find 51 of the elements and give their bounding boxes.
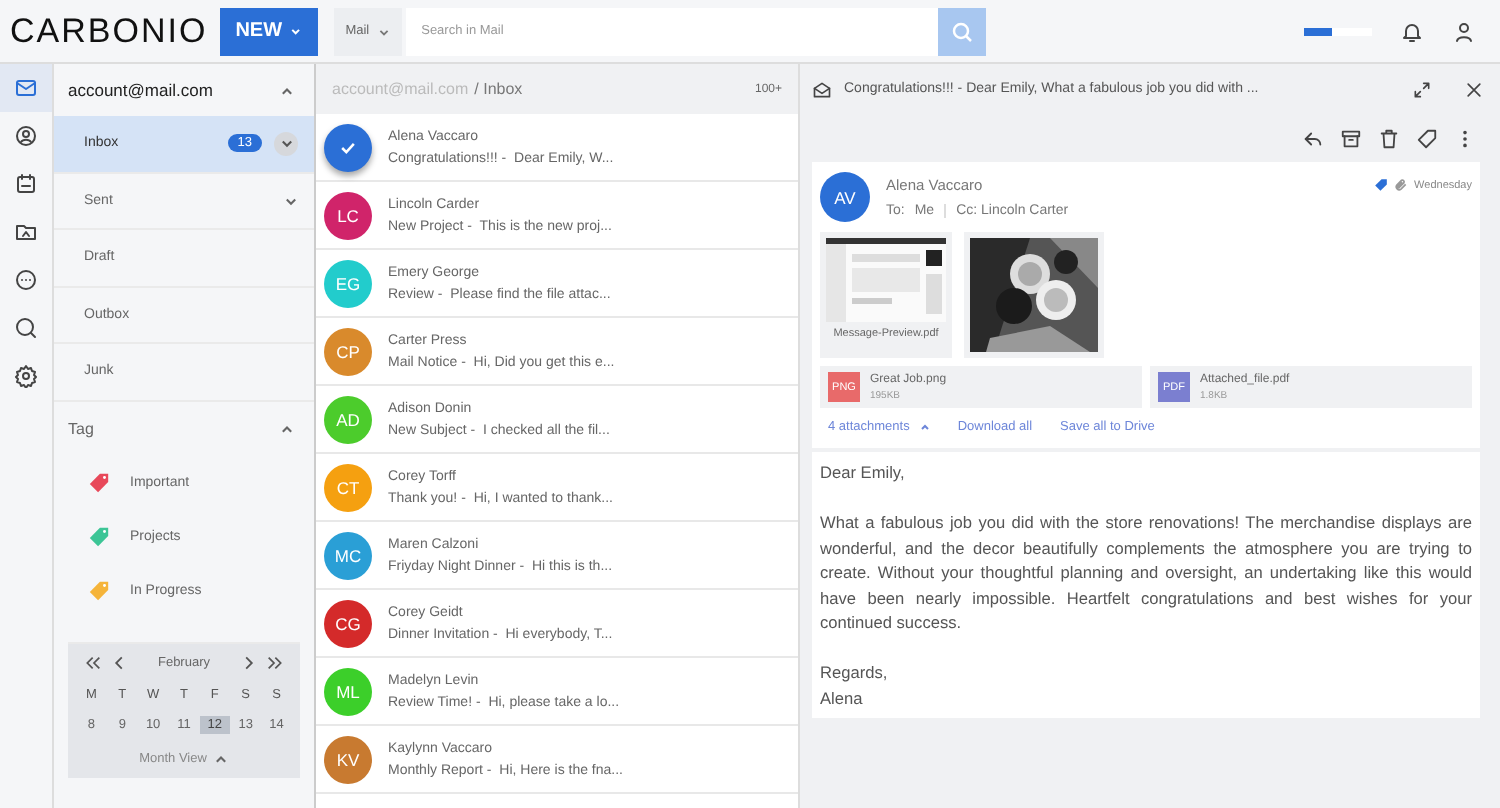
expand-icon[interactable]: [284, 193, 298, 208]
selected-avatar[interactable]: [324, 123, 372, 171]
contacts-icon[interactable]: [14, 124, 38, 148]
document-thumbnail: [826, 238, 946, 322]
folder-icon[interactable]: [14, 220, 38, 244]
search-icon[interactable]: [14, 316, 38, 340]
previous-year-icon[interactable]: [86, 655, 102, 669]
bell-icon[interactable]: [1400, 19, 1424, 43]
logo: CARBONIO: [8, 11, 210, 51]
settings-icon[interactable]: [14, 364, 38, 388]
expand-button[interactable]: [274, 131, 298, 156]
account-name: account@mail.com: [68, 80, 213, 100]
avatar[interactable]: KV: [324, 735, 372, 783]
avatar: AV: [820, 172, 870, 222]
chat-icon[interactable]: [14, 268, 38, 292]
tag-icon[interactable]: [1416, 127, 1438, 149]
next-month-icon[interactable]: [243, 655, 254, 669]
close-icon[interactable]: [1464, 79, 1484, 99]
rail-button[interactable]: [0, 64, 52, 112]
new-button[interactable]: NEW: [219, 7, 318, 55]
mail-icon[interactable]: [14, 76, 38, 100]
trash-icon[interactable]: [1378, 127, 1400, 149]
avatar[interactable]: CG: [324, 599, 372, 647]
message-paragraph: What a fabulous job you did with the store renovations! The merchandise displays are wonderful, and the decor beautifully complements the atmosphere you are trying to create. Without your thoughtful planning and oversight, an undertaking like this would have been nearly impossible. Heartfelt congratulations and best wishes for your continued success.: [820, 510, 1472, 635]
message-paragraph: Dear Emily,: [820, 460, 907, 485]
collapse-icon[interactable]: [280, 421, 294, 435]
collapse-icon[interactable]: [280, 83, 294, 97]
avatar[interactable]: MC: [324, 531, 372, 579]
search-icon: [949, 19, 974, 43]
archive-icon[interactable]: [1340, 127, 1362, 149]
paperclip-icon: [1394, 178, 1409, 192]
expand-icon[interactable]: [214, 751, 229, 765]
reply-icon[interactable]: [1302, 127, 1324, 149]
tag-icon: [1374, 178, 1389, 192]
breadcrumb-folder: / Inbox: [474, 80, 523, 98]
caret-icon: [919, 422, 930, 432]
envelope-icon[interactable]: [812, 79, 832, 99]
caret-icon: [377, 25, 390, 37]
previous-month-icon[interactable]: [114, 655, 124, 669]
avatar[interactable]: CP: [324, 327, 372, 375]
message-paragraph: Alena: [820, 685, 865, 710]
user-icon[interactable]: [1452, 19, 1476, 43]
calendar-icon[interactable]: [14, 172, 38, 196]
next-year-icon[interactable]: [265, 655, 282, 669]
tag-header: Tag: [68, 419, 94, 437]
attachment-preview[interactable]: [964, 232, 1104, 358]
avatar[interactable]: LC: [324, 191, 372, 239]
expand-icon[interactable]: [1412, 79, 1432, 99]
message-paragraph: Regards,: [820, 660, 890, 685]
caret-icon: [290, 24, 302, 38]
caret-icon: [279, 136, 293, 151]
